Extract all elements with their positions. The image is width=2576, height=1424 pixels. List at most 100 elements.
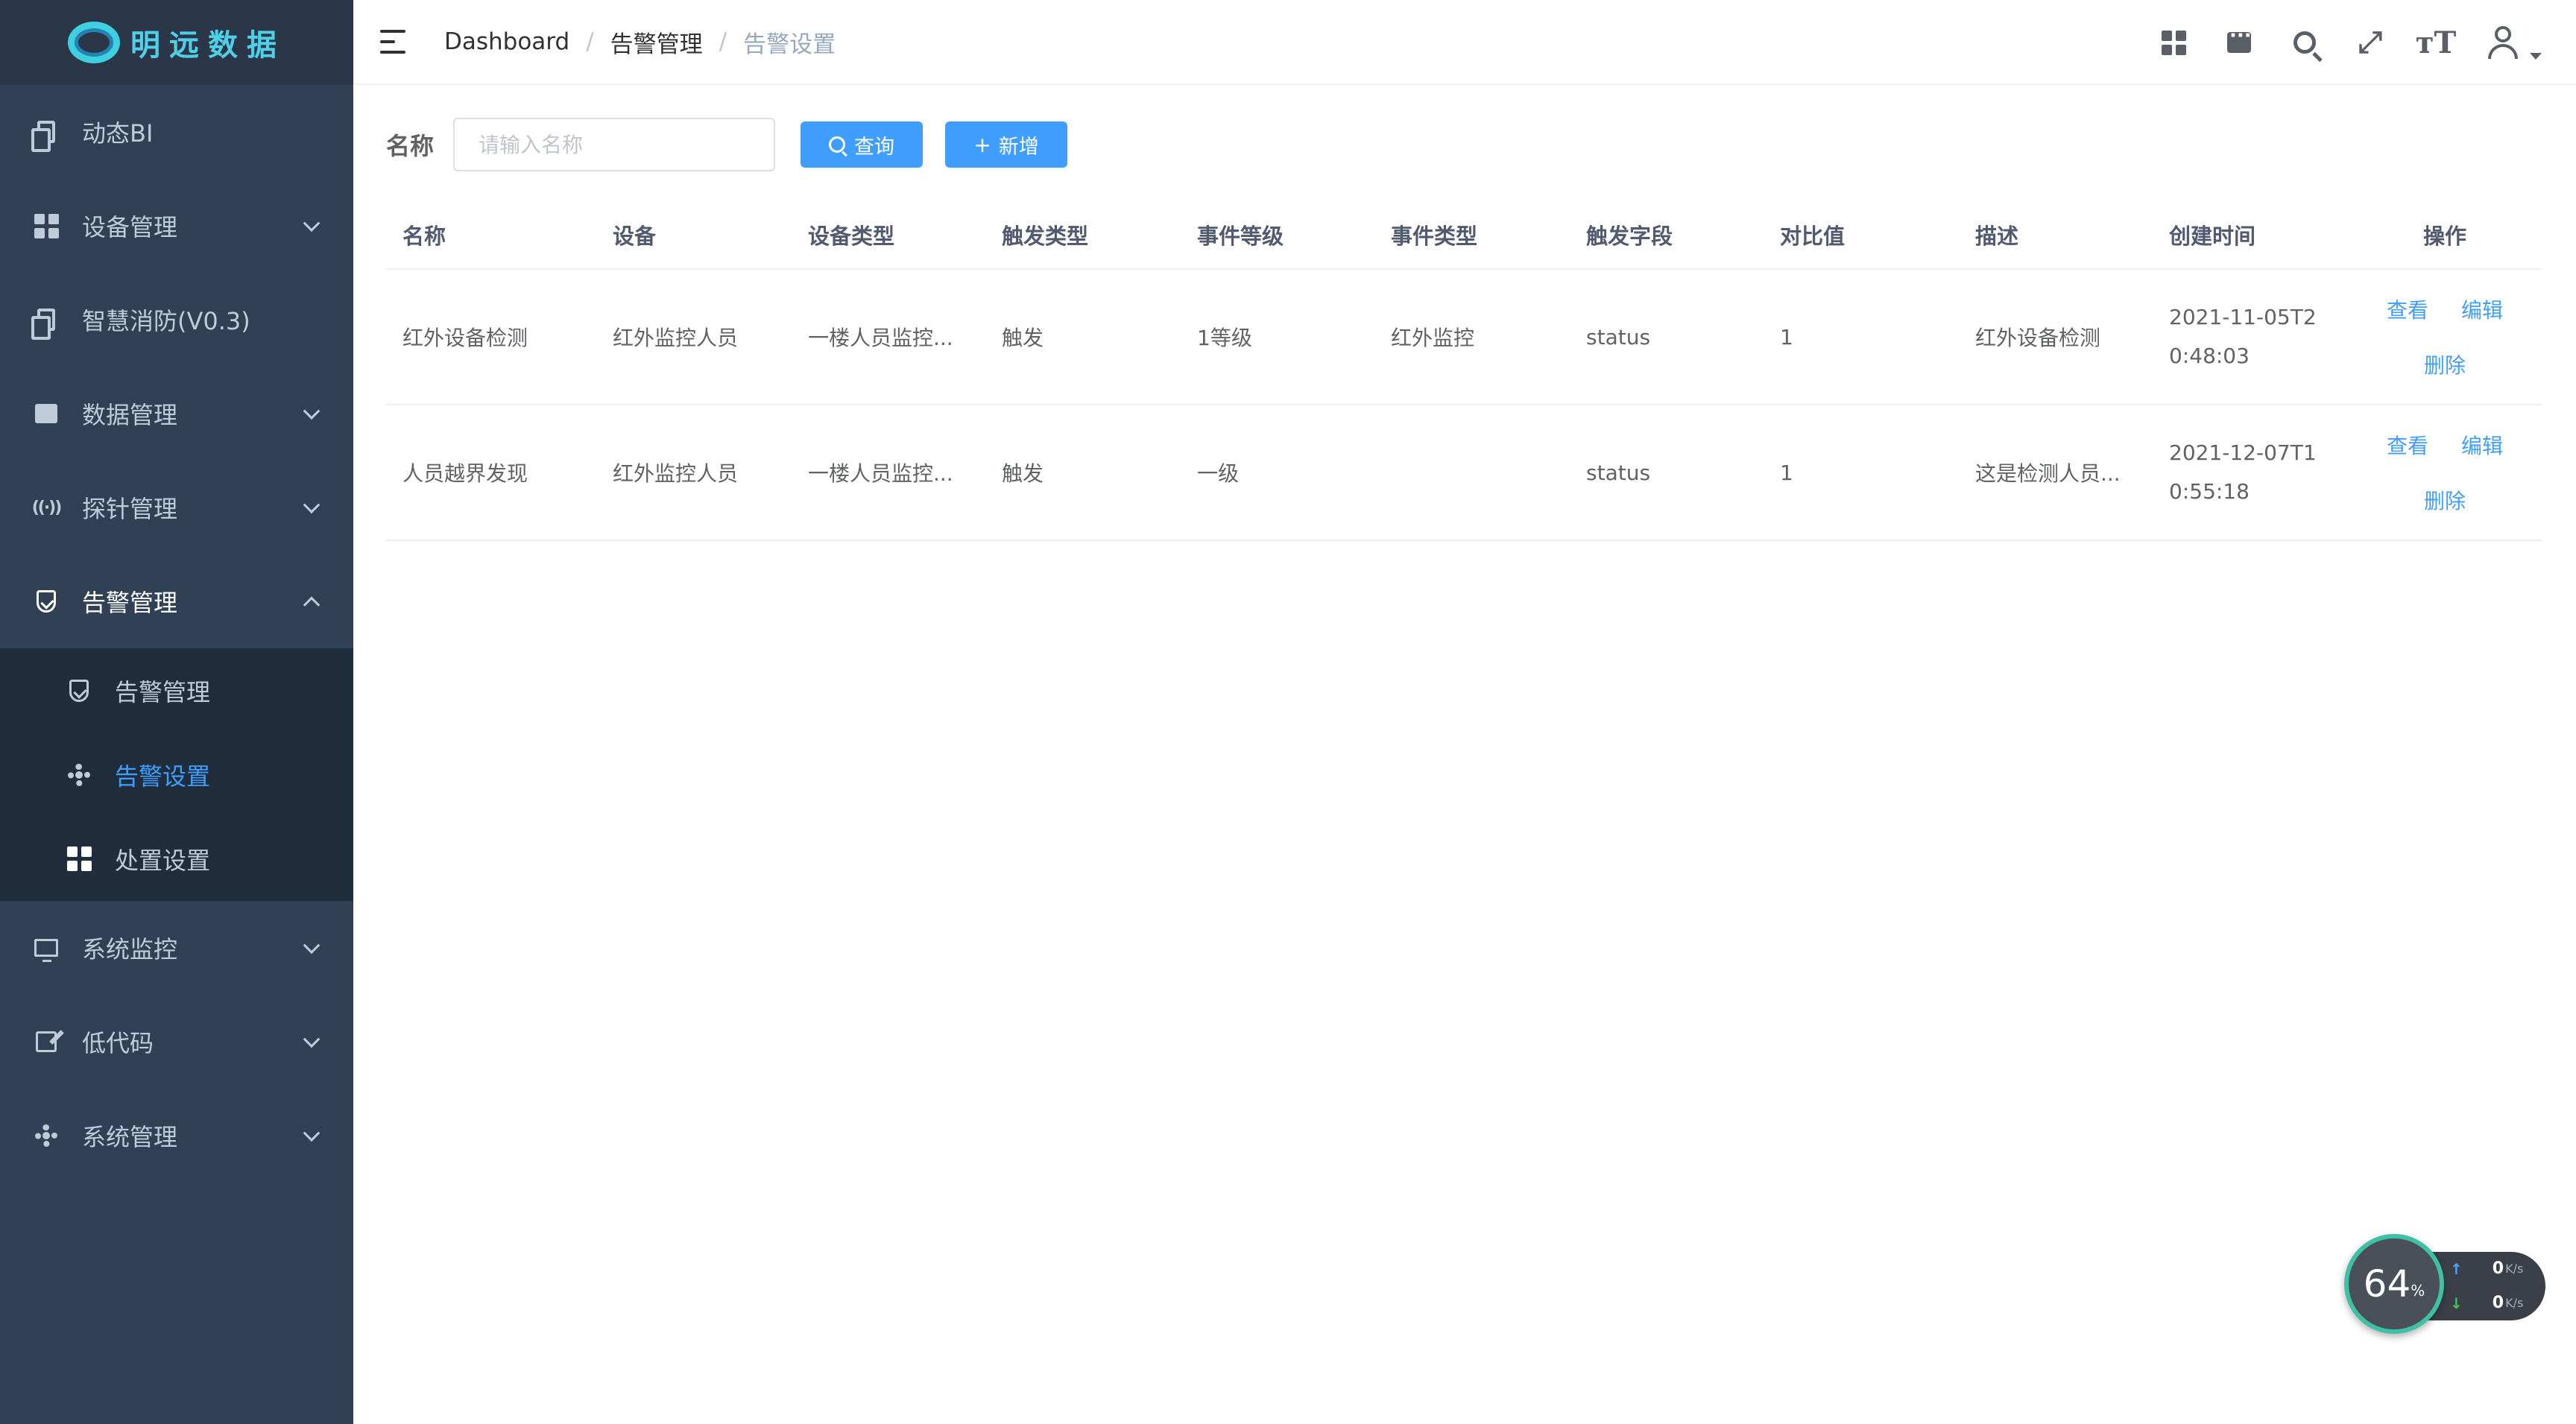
monitor-icon <box>33 934 60 962</box>
breadcrumb-dashboard[interactable]: Dashboard <box>444 28 569 55</box>
usage-gauge: 64 % <box>2344 1234 2444 1334</box>
shield-icon <box>33 588 60 615</box>
sidebar-item-low-code[interactable]: 低代码 <box>0 995 353 1089</box>
sidebar-item-probe-management[interactable]: ((·)) 探针管理 <box>0 461 353 554</box>
chevron-down-icon <box>303 215 321 232</box>
header-toolbar: ⤢ ᴛT <box>2159 0 2542 85</box>
sidebar-item-label: 智慧消防(V0.3) <box>82 307 250 335</box>
cell-actions: 查看 编辑 删除 <box>2348 430 2542 515</box>
cell-compare-value: 1 <box>1780 460 1793 485</box>
cell-trigger-field: status <box>1586 324 1651 349</box>
view-link[interactable]: 查看 <box>2387 430 2428 460</box>
column-header: 创建时间 <box>2169 224 2256 249</box>
sidebar-subitem-alarm-management[interactable]: 告警管理 <box>0 648 353 732</box>
chevron-down-icon <box>303 1031 321 1048</box>
column-header: 描述 <box>1975 224 2019 249</box>
usage-value: 64 <box>2363 1262 2411 1306</box>
sidebar-subitem-disposal-settings[interactable]: 处置设置 <box>0 817 353 901</box>
breadcrumb-alarm-management[interactable]: 告警管理 <box>610 25 703 59</box>
chevron-down-icon <box>303 402 321 420</box>
add-button[interactable]: + 新增 <box>945 121 1068 168</box>
search-icon[interactable] <box>2290 28 2320 57</box>
probe-icon: ((·)) <box>31 498 63 517</box>
search-form: 名称 查询 + 新增 <box>386 118 1068 171</box>
sidebar-item-label: 数据管理 <box>82 401 178 429</box>
query-button[interactable]: 查询 <box>801 121 924 168</box>
column-header: 操作 <box>2422 224 2466 249</box>
shield-icon <box>66 677 92 704</box>
cell-device-type: 一楼人员监控... <box>808 461 953 486</box>
sidebar-item-smart-fire[interactable]: 智慧消防(V0.3) <box>0 273 353 367</box>
delete-link[interactable]: 删除 <box>2424 485 2466 515</box>
query-button-label: 查询 <box>854 135 895 159</box>
cell-description: 红外设备检测 <box>1975 326 2101 350</box>
column-header: 事件类型 <box>1391 224 1478 249</box>
grid-icon <box>66 846 92 873</box>
edit-link[interactable]: 编辑 <box>2461 430 2503 460</box>
brand-logo[interactable]: 明远数据 <box>0 0 353 85</box>
sidebar-item-system-management[interactable]: 系统管理 <box>0 1089 353 1183</box>
cell-created-at: 2021-11-05T20:48:03 <box>2169 305 2317 368</box>
sidebar-item-system-monitor[interactable]: 系统监控 <box>0 901 353 995</box>
sidebar-item-alarm-management[interactable]: 告警管理 <box>0 554 353 648</box>
book-icon <box>33 400 60 427</box>
sidebar-item-dynamic-bi[interactable]: 动态BI <box>0 85 353 179</box>
cell-device-type: 一楼人员监控... <box>808 326 953 350</box>
chevron-down-icon <box>303 496 321 514</box>
text-size-icon[interactable]: ᴛT <box>2416 25 2457 60</box>
chevron-up-icon <box>303 596 321 614</box>
cell-actions: 查看 编辑 删除 <box>2348 294 2542 379</box>
column-header: 事件等级 <box>1197 224 1284 249</box>
chevron-down-icon <box>303 937 321 955</box>
chat-icon[interactable] <box>2224 25 2254 57</box>
sidebar-subitem-alarm-settings[interactable]: 告警设置 <box>0 732 353 817</box>
grid-icon <box>33 212 60 239</box>
cell-trigger-type: 触发 <box>1002 461 1044 486</box>
download-value: 0 <box>2492 1294 2504 1312</box>
cell-event-level: 一级 <box>1197 461 1240 486</box>
view-link[interactable]: 查看 <box>2387 294 2428 324</box>
plus-icon: + <box>973 132 991 157</box>
sidebar-item-label: 系统监控 <box>82 935 178 963</box>
menu-toggle-icon[interactable] <box>380 30 410 54</box>
brand-name: 明远数据 <box>130 28 285 63</box>
add-button-label: 新增 <box>998 135 1039 159</box>
chevron-down-icon <box>303 1124 321 1142</box>
sidebar-item-data-management[interactable]: 数据管理 <box>0 367 353 461</box>
breadcrumb-separator: / <box>719 28 727 55</box>
sidebar-item-device-management[interactable]: 设备管理 <box>0 179 353 273</box>
table-row: 红外设备检测 红外监控人员 一楼人员监控... 触发 1等级 红外监控 stat… <box>386 270 2542 405</box>
sidebar-item-label: 低代码 <box>82 1029 154 1057</box>
cell-device: 红外监控人员 <box>613 461 739 486</box>
doc-icon <box>31 118 60 152</box>
gear-icon <box>66 762 92 788</box>
arrow-up-icon: ↑ <box>2450 1259 2463 1278</box>
breadcrumb-separator: / <box>586 28 594 55</box>
alarm-settings-table: 名称 设备 设备类型 触发类型 事件等级 事件类型 触发字段 对比值 描述 创建… <box>386 201 2542 541</box>
column-header: 名称 <box>402 224 446 249</box>
column-header: 触发字段 <box>1586 224 1673 249</box>
name-search-input[interactable] <box>453 118 776 171</box>
delete-link[interactable]: 删除 <box>2424 349 2466 379</box>
arrow-down-icon: ↓ <box>2450 1294 2463 1312</box>
edit-link[interactable]: 编辑 <box>2461 294 2503 324</box>
caret-down-icon[interactable] <box>2530 52 2542 60</box>
table-row: 人员越界发现 红外监控人员 一楼人员监控... 触发 一级 status 1 这… <box>386 405 2542 541</box>
cell-name: 红外设备检测 <box>402 326 528 350</box>
sidebar-item-label: 动态BI <box>82 119 154 148</box>
name-label: 名称 <box>386 132 435 160</box>
cell-event-type: 红外监控 <box>1391 326 1475 350</box>
usage-unit: % <box>2411 1282 2425 1300</box>
cell-description: 这是检测人员... <box>1975 461 2121 486</box>
table-header: 名称 设备 设备类型 触发类型 事件等级 事件类型 触发字段 对比值 描述 创建… <box>386 201 2542 270</box>
speed-unit: K/s <box>2505 1296 2524 1310</box>
sidebar-subitem-label: 告警管理 <box>115 677 211 706</box>
cell-name: 人员越界发现 <box>402 461 528 486</box>
grid-icon[interactable] <box>2159 28 2188 57</box>
column-header: 设备类型 <box>808 224 895 249</box>
network-speed-widget[interactable]: ↑ 0 K/s ↓ 0 K/s 64 % <box>2344 1234 2545 1334</box>
fullscreen-icon[interactable]: ⤢ <box>2355 25 2385 60</box>
cell-created-at: 2021-12-07T10:55:18 <box>2169 440 2317 504</box>
doc-icon <box>31 306 60 340</box>
user-avatar-icon[interactable] <box>2487 26 2518 59</box>
